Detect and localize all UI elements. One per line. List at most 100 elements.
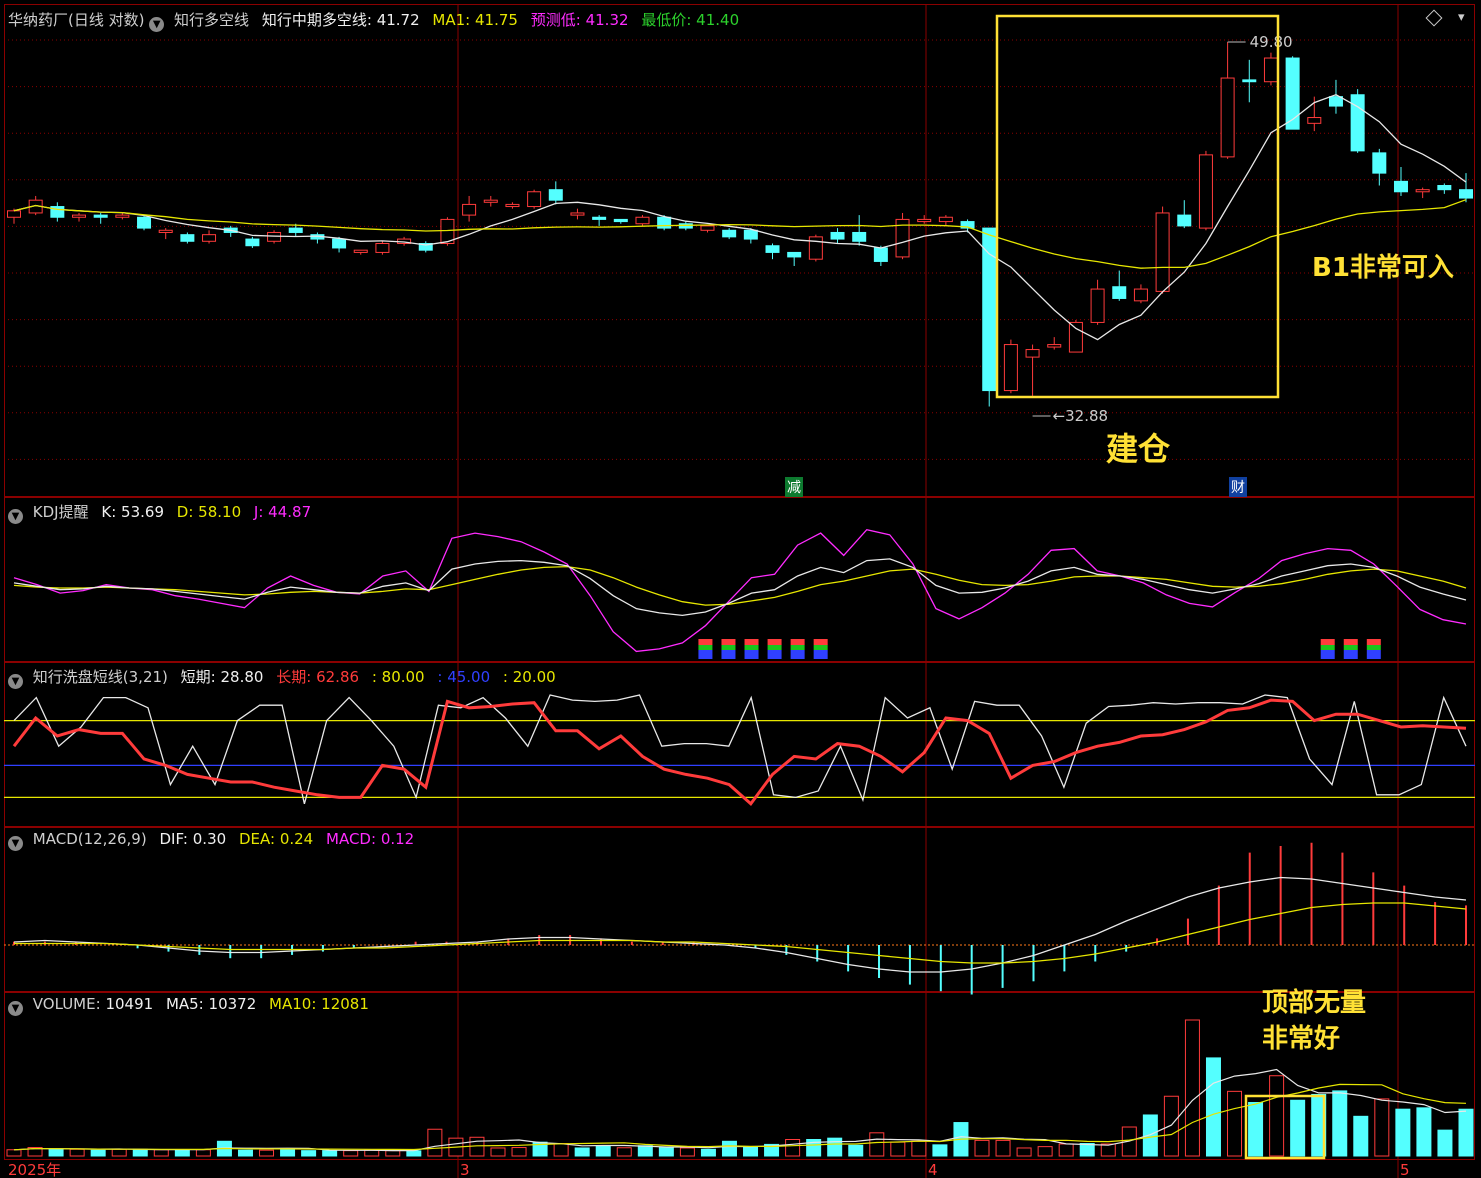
candle-body bbox=[722, 229, 737, 238]
volume-bar bbox=[974, 1139, 990, 1157]
candle-body bbox=[1307, 117, 1322, 124]
build-zone-box bbox=[995, 14, 1280, 399]
wash-name[interactable]: 知行洗盘短线(3,21) bbox=[33, 668, 168, 686]
kdj-signal-green bbox=[1343, 645, 1358, 650]
candle-body bbox=[1133, 288, 1148, 302]
mid-line-value: 41.72 bbox=[376, 11, 420, 29]
stock-name[interactable]: 华纳药厂(日线 对数) bbox=[8, 11, 144, 29]
volume-bar bbox=[932, 1144, 948, 1157]
settings-chevron-icon[interactable]: ▼ bbox=[149, 17, 165, 32]
candle-body bbox=[483, 199, 498, 203]
candle-body bbox=[548, 189, 563, 201]
kdj-signal-blue bbox=[790, 650, 805, 659]
caret-icon[interactable]: ▾ bbox=[1458, 10, 1465, 25]
reduce-marker[interactable]: 减 bbox=[785, 477, 803, 497]
annotation-top-line1: 顶部无量 bbox=[1262, 988, 1367, 1018]
candle-body bbox=[1003, 344, 1018, 392]
candle-body bbox=[1285, 57, 1300, 130]
volume-bar bbox=[637, 1145, 653, 1157]
kdj-signal-blue bbox=[721, 650, 736, 659]
kdj-j-label: J: bbox=[253, 503, 264, 521]
volume-bar bbox=[721, 1140, 737, 1157]
macd-header: ▼ MACD(12,26,9) DIF: 0.30 DEA: 0.24 MACD… bbox=[8, 830, 414, 851]
candle-body bbox=[158, 229, 173, 233]
candle-body bbox=[1090, 288, 1105, 323]
candle-body bbox=[613, 218, 628, 223]
candle-body bbox=[765, 245, 780, 253]
volume-bar bbox=[259, 1149, 275, 1157]
kdj-name[interactable]: KDJ提醒 bbox=[33, 503, 89, 521]
volume-bar bbox=[364, 1149, 380, 1157]
macd-name[interactable]: MACD(12,26,9) bbox=[33, 830, 147, 848]
volume-bar bbox=[1458, 1108, 1474, 1157]
volume-bar bbox=[153, 1149, 169, 1157]
kdj-signal-green bbox=[744, 645, 759, 650]
candle-body bbox=[1393, 180, 1408, 193]
candle-body bbox=[137, 216, 152, 229]
ma1-value: 41.75 bbox=[475, 11, 518, 29]
kdj-signal-blue bbox=[813, 650, 828, 659]
candle-body bbox=[527, 191, 542, 208]
volume-bar bbox=[385, 1150, 401, 1157]
candle-body bbox=[332, 238, 347, 249]
candle-body bbox=[592, 216, 607, 220]
candle-body bbox=[1198, 154, 1213, 229]
candle-body bbox=[852, 231, 867, 242]
volume-bar bbox=[427, 1128, 443, 1157]
candle-body bbox=[1459, 189, 1473, 199]
macd-dea-label: DEA: bbox=[238, 830, 276, 848]
candle-body bbox=[1068, 321, 1083, 353]
kdj-d-value: 58.10 bbox=[198, 503, 242, 521]
kdj-panel bbox=[13, 528, 1467, 659]
volume-bar bbox=[1227, 1090, 1243, 1157]
pred-low-label: 预测低: bbox=[530, 11, 581, 29]
candle-body bbox=[1220, 77, 1235, 158]
kdj-d-label: D: bbox=[176, 503, 194, 521]
annotation-top-line2: 非常好 bbox=[1262, 1024, 1341, 1054]
volume-chevron-icon[interactable]: ▼ bbox=[8, 1001, 23, 1016]
kdj-signal-green bbox=[813, 645, 828, 650]
ma5-value: 10372 bbox=[208, 995, 257, 1013]
macd-chevron-icon[interactable]: ▼ bbox=[8, 836, 23, 851]
candle-body bbox=[72, 214, 87, 218]
candle-body bbox=[288, 227, 303, 233]
volume-value: 10491 bbox=[105, 995, 154, 1013]
macd-dea-value: 0.24 bbox=[279, 830, 314, 848]
main-header: 华纳药厂(日线 对数) ▼ 知行多空线 知行中期多空线: 41.72 MA1: … bbox=[8, 9, 739, 32]
volume-panel bbox=[6, 1019, 1474, 1157]
volume-label[interactable]: VOLUME: bbox=[33, 995, 101, 1013]
kdj-signal-blue bbox=[1343, 650, 1358, 659]
wash-long-line bbox=[12, 698, 1467, 807]
volume-bar bbox=[111, 1148, 127, 1157]
kdj-signal-green bbox=[721, 645, 736, 650]
volume-bar bbox=[195, 1149, 211, 1157]
volume-bar bbox=[48, 1148, 64, 1157]
candle-body bbox=[1437, 185, 1452, 191]
x-axis-label: 3 bbox=[460, 1161, 470, 1178]
kdj-chevron-icon[interactable]: ▼ bbox=[8, 509, 23, 524]
candle-body bbox=[873, 247, 888, 262]
candle-body bbox=[505, 203, 520, 208]
volume-bar bbox=[890, 1141, 906, 1157]
volume-bar bbox=[1269, 1075, 1285, 1157]
candle-body bbox=[657, 216, 672, 229]
volume-bar bbox=[90, 1149, 106, 1157]
finance-marker[interactable]: 财 bbox=[1229, 477, 1247, 497]
candle-body bbox=[1328, 96, 1343, 107]
kdj-signal-red bbox=[721, 639, 736, 645]
panel-frame bbox=[4, 827, 1475, 992]
wash-level-80: : 80.00 bbox=[371, 668, 425, 686]
ma5-label: MA5: bbox=[165, 995, 204, 1013]
candle-body bbox=[202, 234, 217, 242]
volume-bar bbox=[1079, 1143, 1095, 1157]
indicator1-name[interactable]: 知行多空线 bbox=[174, 11, 249, 29]
candle-body bbox=[938, 216, 953, 223]
candle-body bbox=[982, 227, 997, 392]
macd-dif-value: 0.30 bbox=[192, 830, 227, 848]
volume-bar bbox=[658, 1147, 674, 1157]
ma1-line bbox=[13, 199, 1467, 269]
volume-bar bbox=[406, 1150, 422, 1157]
wash-chevron-icon[interactable]: ▼ bbox=[8, 674, 23, 689]
candle-body bbox=[1350, 94, 1365, 152]
candle-body bbox=[180, 234, 195, 242]
